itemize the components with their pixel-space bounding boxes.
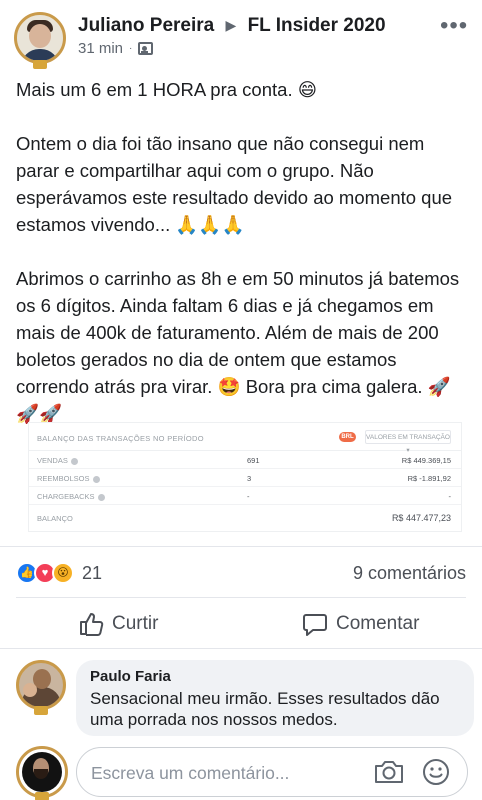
avatar-face bbox=[29, 24, 51, 48]
row-amount: - bbox=[448, 492, 452, 501]
total-amount: R$ 447.477,23 bbox=[391, 513, 451, 523]
group-name[interactable]: FL Insider 2020 bbox=[248, 15, 386, 36]
post-meta: 31 min · bbox=[78, 40, 154, 57]
row-count: - bbox=[247, 492, 250, 501]
report-row: Chargebacks - - bbox=[29, 487, 461, 505]
report-row: Vendas 691 R$ 449.369,15 bbox=[29, 451, 461, 469]
emoji-icon[interactable] bbox=[421, 757, 451, 787]
comment-label: Comentar bbox=[336, 613, 420, 634]
comment-author[interactable]: Paulo Faria bbox=[90, 668, 460, 685]
commenter-badge-icon bbox=[34, 706, 48, 715]
comments-count-link[interactable]: 9 comentários bbox=[353, 563, 466, 584]
transactions-report-image[interactable]: Balanço das transações no período BRL Va… bbox=[28, 422, 462, 532]
author-line: Juliano Pereira ▶ FL Insider 2020 bbox=[78, 15, 386, 37]
divider bbox=[0, 648, 482, 649]
divider bbox=[0, 546, 482, 547]
comment-bubble-icon bbox=[302, 611, 328, 637]
post-header: Juliano Pereira ▶ FL Insider 2020 31 min… bbox=[0, 0, 482, 72]
help-icon bbox=[70, 457, 78, 465]
comment-input[interactable]: Escreva um comentário... bbox=[76, 747, 468, 797]
report-header: Balanço das transações no período BRL Va… bbox=[29, 423, 461, 454]
comment-input-placeholder: Escreva um comentário... bbox=[91, 763, 290, 783]
post-paragraph-2: Ontem o dia foi tão insano que não conse… bbox=[16, 133, 453, 235]
commenter-avatar[interactable] bbox=[16, 660, 66, 710]
more-options-icon[interactable]: ••• bbox=[440, 14, 468, 38]
camera-icon[interactable] bbox=[373, 758, 405, 786]
post-paragraph-1: Mais um 6 em 1 HORA pra conta. 😄 bbox=[16, 79, 318, 100]
like-label: Curtir bbox=[112, 613, 159, 634]
reaction-count[interactable]: 21 bbox=[82, 563, 102, 584]
report-select: Valores em transação ▾ bbox=[365, 430, 451, 454]
report-row: Reembolsos 3 R$ -1.891,92 bbox=[29, 469, 461, 487]
divider bbox=[16, 597, 466, 598]
author-badge-icon bbox=[33, 60, 47, 69]
wow-reaction-icon: 😮 bbox=[52, 562, 74, 584]
meta-separator: · bbox=[129, 43, 133, 54]
row-label: Chargebacks bbox=[37, 492, 105, 501]
report-title: Balanço das transações no período bbox=[37, 434, 204, 443]
row-count: 3 bbox=[247, 474, 252, 483]
author-avatar[interactable] bbox=[14, 12, 66, 64]
row-count: 691 bbox=[247, 456, 260, 465]
row-amount: R$ -1.891,92 bbox=[407, 474, 451, 483]
row-label: Vendas bbox=[37, 456, 78, 465]
thumbs-up-icon bbox=[78, 611, 104, 637]
row-amount: R$ 449.369,15 bbox=[401, 456, 451, 465]
comment-text: Sensacional meu irmão. Esses resultados … bbox=[90, 689, 440, 729]
help-icon bbox=[97, 493, 105, 501]
avatar-child bbox=[23, 683, 37, 697]
arrow-right-icon: ▶ bbox=[225, 17, 237, 33]
row-label: Reembolsos bbox=[37, 474, 100, 483]
total-label: Balanço bbox=[37, 514, 73, 523]
comment-bubble[interactable]: Paulo Faria Sensacional meu irmão. Esses… bbox=[76, 660, 474, 736]
post-body: Mais um 6 em 1 HORA pra conta. 😄 Ontem o… bbox=[16, 76, 472, 427]
post-time[interactable]: 31 min bbox=[78, 40, 123, 57]
help-icon bbox=[92, 475, 100, 483]
like-button[interactable]: Curtir bbox=[78, 607, 158, 641]
comment-button[interactable]: Comentar bbox=[302, 607, 419, 641]
report-total-row: Balanço R$ 447.477,23 bbox=[29, 509, 461, 527]
user-badge-icon bbox=[35, 792, 49, 800]
current-user-avatar[interactable] bbox=[16, 746, 68, 798]
author-name[interactable]: Juliano Pereira bbox=[78, 15, 214, 36]
currency-badge: BRL bbox=[339, 432, 356, 442]
post-paragraph-3: Abrimos o carrinho as 8h e em 50 minutos… bbox=[16, 268, 460, 424]
group-audience-icon bbox=[138, 42, 154, 55]
